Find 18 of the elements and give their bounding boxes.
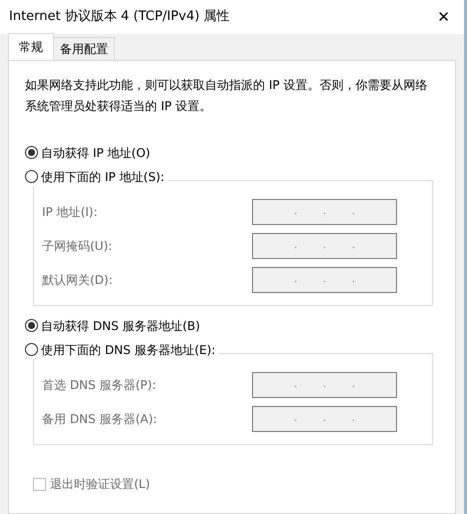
window-title: Internet 协议版本 4 (TCP/IPv4) 属性: [9, 8, 230, 26]
tab[interactable]: 备用配置: [53, 37, 115, 60]
field-label: 备用 DNS 服务器(A):: [42, 411, 158, 428]
radio-label[interactable]: 使用下面的 IP 地址(S):: [41, 168, 164, 186]
radio-label[interactable]: 自动获得 DNS 服务器地址(B): [41, 316, 200, 334]
field-label: 默认网关(D):: [42, 272, 114, 289]
radio-label[interactable]: 使用下面的 DNS 服务器地址(E):: [41, 340, 216, 358]
tab[interactable]: 常规: [8, 33, 54, 60]
radio-button[interactable]: [25, 146, 38, 159]
intro-text: 如果网络支持此功能，则可以获取自动指派的 IP 设置。否则，你需要从网络系统管理员处获得适当的 IP 设置。: [25, 77, 428, 115]
radio-button[interactable]: [25, 319, 38, 332]
close-button[interactable]: ✕: [435, 10, 452, 24]
field-label: 首选 DNS 服务器(P):: [42, 377, 158, 394]
field-label: 子网掩码(U):: [42, 238, 114, 255]
radio-button[interactable]: [25, 343, 38, 356]
radio-label[interactable]: 自动获得 IP 地址(O): [41, 144, 150, 162]
field-label: IP 地址(I):: [42, 204, 99, 221]
radio-button[interactable]: [25, 170, 38, 183]
